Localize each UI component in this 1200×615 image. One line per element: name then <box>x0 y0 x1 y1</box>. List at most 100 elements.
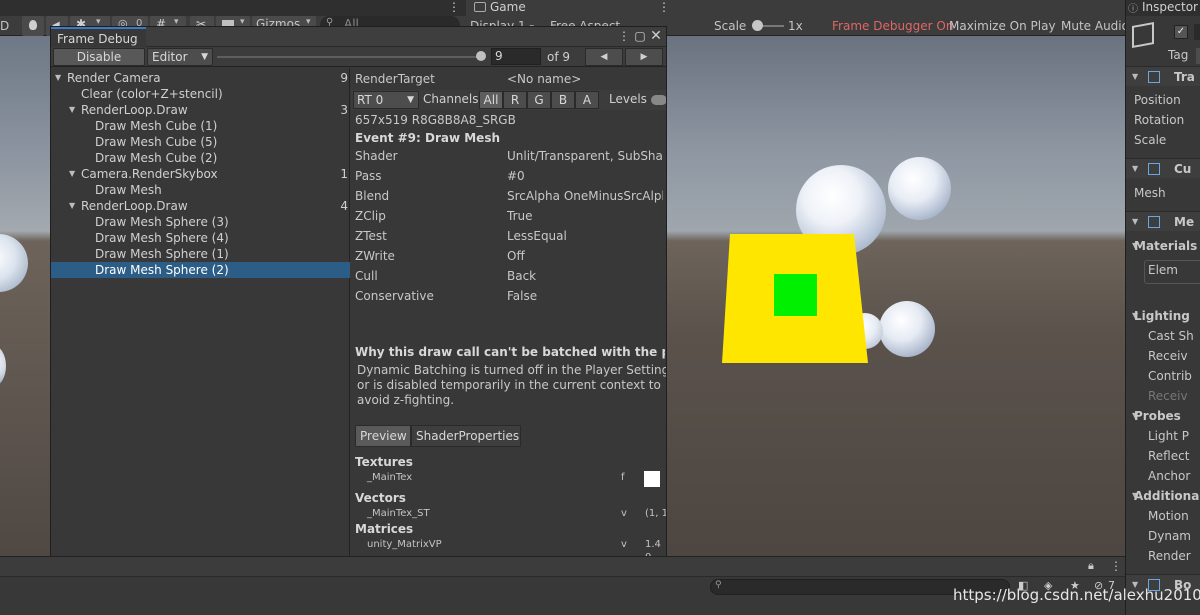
inspector-row[interactable]: Scale <box>1126 130 1200 150</box>
batch-reason-heading: Why this draw call can't be batched with… <box>355 345 665 359</box>
tree-item[interactable]: Draw Mesh Cube (2) <box>51 150 350 166</box>
inspector-row[interactable]: Light P <box>1126 426 1200 446</box>
draw-mode-label[interactable]: D <box>0 17 9 35</box>
lock-icon[interactable]: 🔒︎ <box>1088 559 1094 573</box>
chevron-down-icon: ▼ <box>201 52 208 62</box>
vectors-heading: Vectors <box>355 491 406 505</box>
inspector-row[interactable]: ▼ Additiona <box>1126 486 1200 506</box>
tree-item[interactable]: ▼ RenderLoop.Draw 3 <box>51 102 350 118</box>
inspector-row[interactable]: Cast Sh <box>1126 326 1200 346</box>
expand-arrow-icon[interactable]: ▼ <box>69 198 75 214</box>
inspector-row[interactable]: Receiv <box>1126 386 1200 406</box>
property-key: Cull <box>355 269 378 283</box>
inspector-row[interactable]: Position <box>1126 90 1200 110</box>
property-value: Unlit/Transparent, SubShad <box>507 149 663 163</box>
expand-arrow-icon[interactable]: ▼ <box>69 102 75 118</box>
event-index-input[interactable]: 9 <box>491 48 541 65</box>
tree-item[interactable]: Draw Mesh Cube (5) <box>51 134 350 150</box>
mute-audio-button[interactable]: Mute Audio <box>1061 17 1129 35</box>
inspector-row[interactable]: ▼ Materials <box>1126 236 1200 256</box>
batch-reason-line2: or is disabled temporarily in the curren… <box>357 378 661 392</box>
tree-item[interactable]: Draw Mesh Sphere (3) <box>51 214 350 230</box>
tree-item-label: Draw Mesh Sphere (4) <box>95 231 229 245</box>
inspector-row-label: Receiv <box>1148 349 1188 363</box>
expand-arrow-icon[interactable]: ▼ <box>69 166 75 182</box>
tree-item[interactable]: Clear (color+Z+stencil) <box>51 86 350 102</box>
maximize-on-play-button[interactable]: Maximize On Play <box>949 17 1056 35</box>
expand-arrow-icon[interactable]: ▼ <box>1132 67 1138 87</box>
more-icon[interactable]: ⋮ <box>1110 559 1122 573</box>
expand-arrow-icon[interactable]: ▼ <box>55 70 61 86</box>
inspector-row[interactable]: ▼ Probes <box>1126 406 1200 426</box>
sphere-small-top <box>888 157 951 220</box>
texture-thumbnail[interactable] <box>644 471 660 487</box>
channel-all-button[interactable]: All <box>479 91 503 109</box>
inspector-row[interactable]: ▼ Cu <box>1126 158 1200 178</box>
tree-item[interactable]: Draw Mesh <box>51 182 350 198</box>
render-target-select[interactable]: RT 0 ▼ <box>353 91 419 109</box>
tree-item[interactable]: ▼ Camera.RenderSkybox 1 <box>51 166 350 182</box>
tab-game[interactable]: Game <box>468 0 656 16</box>
expand-arrow-icon[interactable]: ▼ <box>1132 212 1138 232</box>
channel-a-button[interactable]: A <box>575 91 599 109</box>
tree-item-label: Draw Mesh Cube (5) <box>95 135 218 149</box>
frame-debug-tab[interactable]: Frame Debug <box>51 27 146 47</box>
inspector-row[interactable]: Anchor <box>1126 466 1200 486</box>
next-event-button[interactable]: ▶ <box>625 48 663 66</box>
lighting-toggle[interactable] <box>22 16 44 36</box>
inspector-panel: ⓘ Inspector ✓ Tag ▼ Tra Position Rotation Sc… <box>1125 0 1200 615</box>
target-select-label: Editor <box>152 50 188 64</box>
batch-reason-line3: avoid z-fighting. <box>357 393 455 407</box>
close-icon[interactable]: ✕ <box>649 29 663 43</box>
inspector-row[interactable]: Rotation <box>1126 110 1200 130</box>
inspector-row[interactable]: Reflect <box>1126 446 1200 466</box>
inspector-row[interactable]: ▼ Tra <box>1126 66 1200 86</box>
inspector-row-label: Materials <box>1134 239 1198 253</box>
event-slider-track[interactable] <box>217 56 485 58</box>
tree-item-count: 1 <box>340 167 348 181</box>
levels-label: Levels <box>609 92 647 106</box>
inspector-row[interactable]: Contrib <box>1126 366 1200 386</box>
target-select[interactable]: Editor ▼ <box>147 48 213 66</box>
scale-slider-thumb[interactable] <box>752 20 763 31</box>
more-icon[interactable]: ⋮ <box>617 29 631 43</box>
channel-g-button[interactable]: G <box>527 91 551 109</box>
inspector-row[interactable]: Receiv <box>1126 346 1200 366</box>
inspector-row[interactable]: ▼ Lighting <box>1126 306 1200 326</box>
inspector-row[interactable]: Motion <box>1126 506 1200 526</box>
event-slider-thumb[interactable] <box>475 51 486 61</box>
render-target-label: RenderTarget <box>355 72 435 86</box>
tab-shader-properties[interactable]: ShaderProperties <box>411 425 521 447</box>
scene-sphere <box>0 234 28 292</box>
disable-button[interactable]: Disable <box>53 48 145 66</box>
frame-debugger-on-button[interactable]: Frame Debugger On <box>832 17 953 35</box>
inspector-row[interactable]: Render <box>1126 546 1200 566</box>
game-tab-icon <box>474 2 486 12</box>
maximize-icon[interactable]: ▢ <box>633 29 647 43</box>
levels-slider[interactable] <box>651 95 666 105</box>
tree-item[interactable]: Draw Mesh Sphere (2) <box>51 262 350 278</box>
tree-item[interactable]: ▼ RenderLoop.Draw 4 <box>51 198 350 214</box>
more-icon[interactable]: ⋮ <box>448 0 460 14</box>
inspector-rows: ▼ Tra Position Rotation Scale ▼ Cu Mesh ▼ Me ▼ Mate… <box>1126 0 1200 615</box>
prev-event-button[interactable]: ◀ <box>585 48 623 66</box>
inspector-row[interactable]: Mesh <box>1126 183 1200 203</box>
inspector-row-label: Mesh <box>1134 186 1166 200</box>
tree-item[interactable]: Draw Mesh Sphere (4) <box>51 230 350 246</box>
channel-b-button[interactable]: B <box>551 91 575 109</box>
more-icon[interactable]: ⋮ <box>658 0 670 14</box>
inspector-row[interactable]: Elem <box>1126 260 1200 284</box>
tree-item[interactable]: Draw Mesh Sphere (1) <box>51 246 350 262</box>
expand-arrow-icon[interactable]: ▼ <box>1132 159 1138 179</box>
channel-r-button[interactable]: R <box>503 91 527 109</box>
game-tab-label: Game <box>490 0 526 14</box>
tree-item[interactable]: ▼ Render Camera 9 <box>51 70 350 86</box>
batch-reason-line1: Dynamic Batching is turned off in the Pl… <box>357 363 666 377</box>
inspector-row[interactable]: Dynam <box>1126 526 1200 546</box>
inspector-row-label: Elem <box>1148 263 1178 277</box>
scene-view[interactable] <box>0 36 52 556</box>
tab-preview[interactable]: Preview <box>355 425 411 447</box>
tree-item[interactable]: Draw Mesh Cube (1) <box>51 118 350 134</box>
property-key: ZWrite <box>355 249 395 263</box>
inspector-row[interactable]: ▼ Me <box>1126 211 1200 231</box>
